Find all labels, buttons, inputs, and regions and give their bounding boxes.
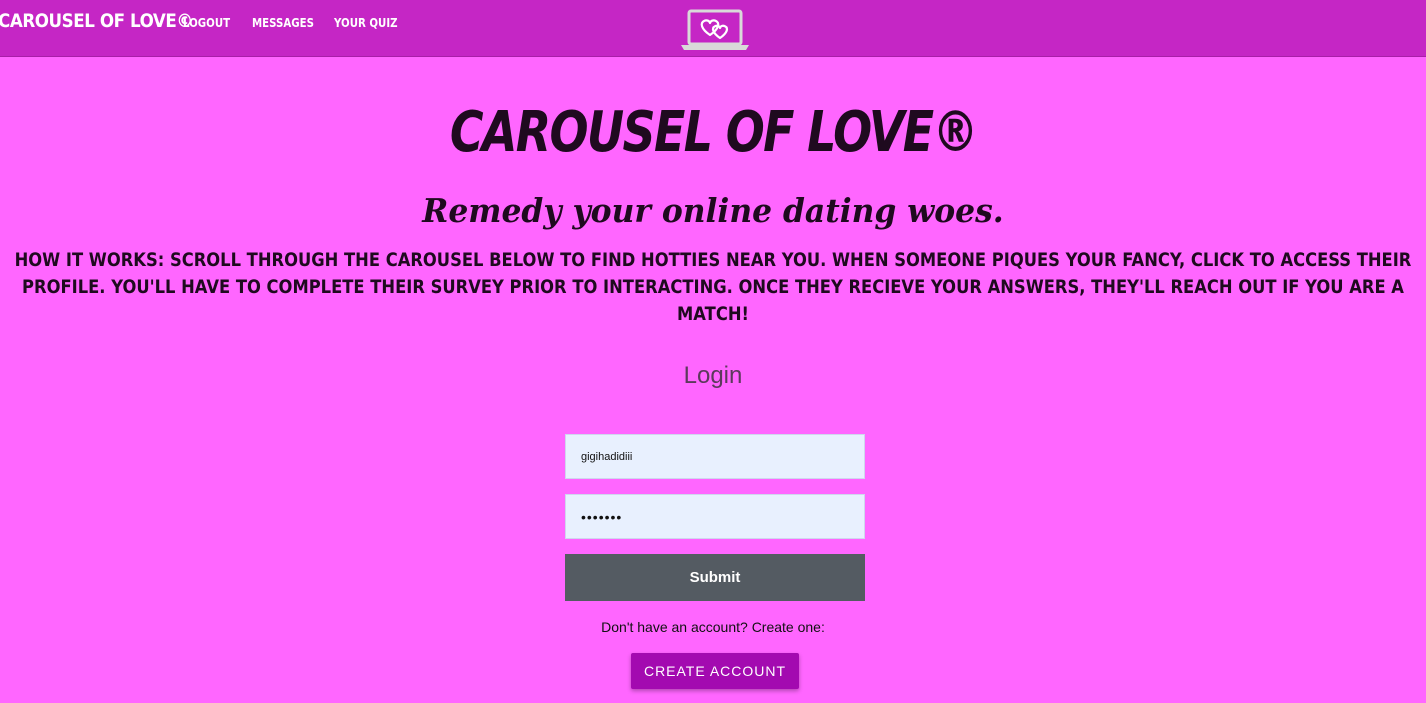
username-input[interactable] [565, 434, 865, 479]
signup-prompt: Don't have an account? Create one: [601, 619, 825, 635]
nav-link-your-quiz[interactable]: YOUR QUIZ [334, 16, 398, 30]
login-heading: Login [683, 362, 743, 389]
password-input[interactable] [565, 494, 865, 539]
navbar-brand[interactable]: CAROUSEL OF LOVE© [0, 10, 193, 32]
hero-title: CAROUSEL OF LOVE® [0, 98, 1426, 168]
laptop-heart-icon [681, 9, 749, 50]
how-it-works-body: HOW IT WORKS: SCROLL THROUGH THE CAROUSE… [14, 249, 1412, 325]
hero-tagline-text: Remedy your online dating woes. [422, 191, 1004, 230]
hero-tagline: Remedy your online dating woes. [0, 189, 1426, 233]
nav-link-messages[interactable]: MESSAGES [252, 16, 314, 30]
nav-link-logout[interactable]: LOGOUT [183, 16, 230, 30]
submit-button[interactable]: Submit [565, 554, 865, 601]
page: CAROUSEL OF LOVE© LOGOUT MESSAGES YOUR Q… [0, 0, 1426, 703]
create-account-button[interactable]: CREATE ACCOUNT [631, 653, 799, 689]
top-navbar: CAROUSEL OF LOVE© LOGOUT MESSAGES YOUR Q… [0, 0, 1426, 57]
hero-title-text: CAROUSEL OF LOVE® [449, 100, 979, 165]
how-it-works-text: HOW IT WORKS: SCROLL THROUGH THE CAROUSE… [8, 247, 1418, 328]
